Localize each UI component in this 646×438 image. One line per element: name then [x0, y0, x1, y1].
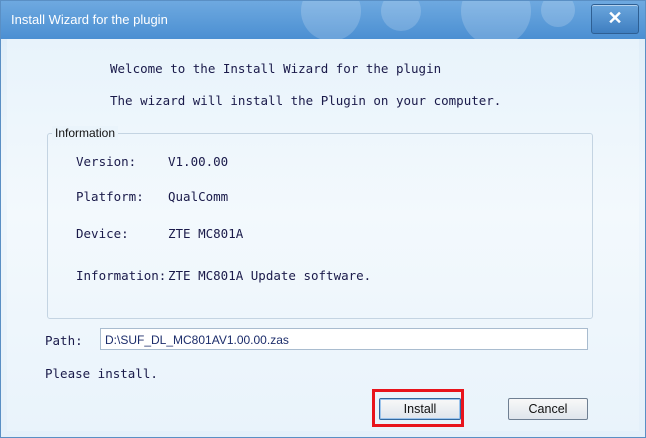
- close-button[interactable]: ✕: [591, 4, 639, 34]
- install-button-highlight: [372, 389, 464, 427]
- decorative-bubble: [381, 1, 421, 31]
- install-wizard-window: Install Wizard for the plugin ✕ Welcome …: [0, 0, 646, 438]
- platform-label: Platform:: [76, 189, 144, 204]
- content-area: Welcome to the Install Wizard for the pl…: [7, 39, 639, 431]
- device-label: Device:: [76, 226, 129, 241]
- decorative-bubble: [541, 1, 575, 27]
- version-value: V1.00.00: [168, 154, 229, 169]
- welcome-description: The wizard will install the Plugin on yo…: [110, 93, 502, 108]
- information-group-legend: Information: [52, 126, 119, 140]
- status-text: Please install.: [45, 366, 158, 381]
- window-title: Install Wizard for the plugin: [11, 12, 168, 27]
- title-bar[interactable]: Install Wizard for the plugin ✕: [1, 1, 645, 46]
- information-value: ZTE MC801A Update software.: [168, 268, 372, 283]
- cancel-button[interactable]: Cancel: [508, 398, 588, 420]
- decorative-bubble: [301, 1, 361, 41]
- platform-value: QualComm: [168, 189, 229, 204]
- information-group: Information Version: V1.00.00 Platform: …: [47, 126, 593, 319]
- information-label: Information:: [76, 268, 167, 283]
- device-value: ZTE MC801A: [168, 226, 244, 241]
- version-label: Version:: [76, 154, 137, 169]
- path-label: Path:: [45, 333, 83, 348]
- path-field[interactable]: D:\SUF_DL_MC801AV1.00.00.zas: [100, 328, 588, 350]
- welcome-heading: Welcome to the Install Wizard for the pl…: [110, 61, 442, 76]
- close-icon: ✕: [607, 8, 623, 28]
